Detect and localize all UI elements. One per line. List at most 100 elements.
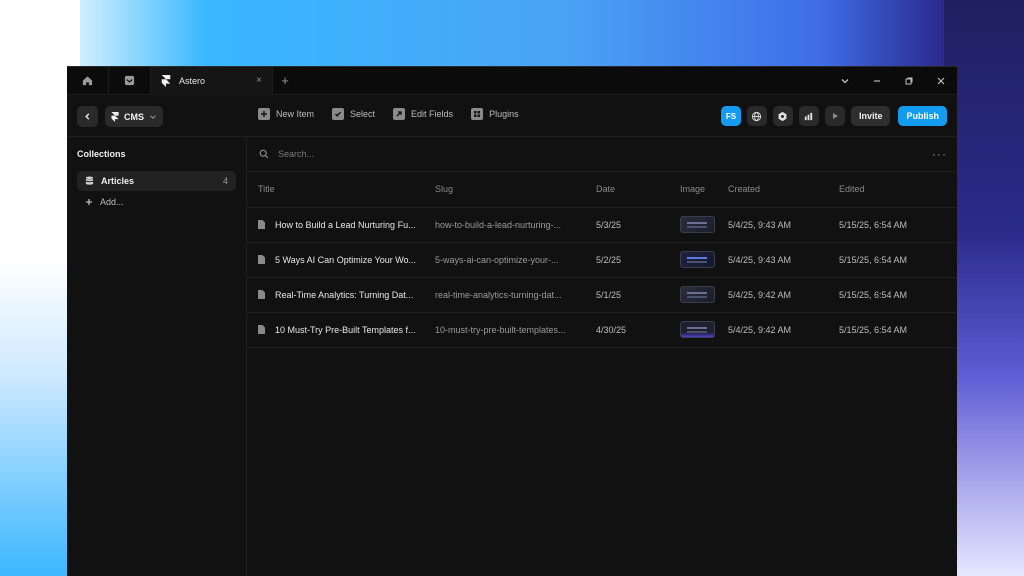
add-collection-label: Add... [100,197,124,207]
plus-icon [86,199,92,205]
new-item-button[interactable]: New Item [258,108,314,120]
home-button[interactable] [67,67,109,95]
column-header-image[interactable]: Image [680,172,728,208]
column-header-title[interactable]: Title [247,172,435,208]
row-title-cell: 10 Must-Try Pre-Built Templates f... [258,325,435,335]
more-options-icon[interactable]: ··· [932,147,947,161]
document-icon [258,255,265,264]
row-date: 4/30/25 [596,312,680,348]
toolbar-right: FS Invite Publish [720,106,947,126]
row-date: 5/2/25 [596,242,680,278]
chevron-down-icon [841,79,849,84]
row-created: 5/4/25, 9:43 AM [728,207,839,243]
column-header-slug[interactable]: Slug [435,172,596,208]
minimize-button[interactable] [861,67,893,95]
row-slug: 10-must-try-pre-built-templates... [435,312,596,348]
restore-icon [905,77,913,85]
row-edited: 5/15/25, 6:54 AM [839,312,957,348]
back-button[interactable] [77,106,98,127]
framer-logo-icon [161,74,171,87]
analytics-button[interactable] [798,106,819,126]
tabs-dropdown-button[interactable] [829,67,861,95]
collections-sidebar: Collections Articles 4 Add... [67,137,247,576]
articles-table: Title Slug Date Image Created Edited How… [247,172,957,348]
select-label: Select [350,109,376,119]
sidebar-item-label: Articles [101,176,135,186]
new-tab-button[interactable]: + [273,67,297,95]
row-created: 5/4/25, 9:43 AM [728,242,839,278]
globe-button[interactable] [746,106,767,126]
row-title-cell: 5 Ways AI Can Optimize Your Wo... [258,255,435,265]
row-title: Real-Time Analytics: Turning Dat... [275,289,414,300]
table-row[interactable]: How to Build a Lead Nurturing Fu... how-… [247,207,957,243]
database-icon [85,176,94,185]
plugins-button[interactable]: Plugins [471,108,519,120]
window-controls [829,67,957,95]
user-avatar[interactable]: FS [720,106,741,126]
sidebar-item-articles[interactable]: Articles 4 [77,171,236,191]
edit-fields-button[interactable]: Edit Fields [393,108,453,120]
tab-close-icon[interactable]: × [256,75,262,86]
collections-heading: Collections [77,149,126,159]
sidebar-item-count: 4 [222,176,228,186]
row-slug: 5-ways-ai-can-optimize-your-... [435,242,596,278]
close-window-button[interactable] [925,67,957,95]
check-icon [332,108,345,120]
cms-dropdown-button[interactable]: CMS [105,106,163,127]
toolbar: CMS New Item Select Edit Fields Plugins … [67,95,957,137]
add-collection-button[interactable]: Add... [77,192,236,212]
search-bar: ··· [247,137,957,172]
row-slug: how-to-build-a-lead-nurturing-... [435,207,596,243]
row-slug: real-time-analytics-turning-dat... [435,277,596,313]
search-icon [259,149,269,159]
column-header-date[interactable]: Date [596,172,680,208]
restore-button[interactable] [893,67,925,95]
row-image-thumbnail [680,216,715,233]
settings-button[interactable] [772,106,793,126]
row-title: 5 Ways AI Can Optimize Your Wo... [275,254,417,265]
bar-chart-icon [805,112,813,120]
plus-icon [258,108,270,120]
inbox-icon [124,75,135,86]
table-header-row: Title Slug Date Image Created Edited [247,172,957,208]
app-window: Astero × + CMS New Item Select Edit Fiel… [67,66,957,576]
row-edited: 5/15/25, 6:54 AM [839,277,957,313]
home-icon [82,76,93,86]
row-date: 5/3/25 [596,207,680,243]
invite-button[interactable]: Invite [850,106,891,126]
chevron-left-icon [85,113,90,120]
row-image-thumbnail [680,321,715,338]
arrow-up-right-icon [393,108,406,120]
minimize-icon [874,80,880,82]
document-icon [258,325,265,334]
row-edited: 5/15/25, 6:54 AM [839,242,957,278]
globe-icon [752,111,762,121]
toolbar-actions: New Item Select Edit Fields Plugins [258,108,519,120]
new-item-label: New Item [276,109,315,119]
row-title: How to Build a Lead Nurturing Fu... [275,219,416,230]
document-icon [258,220,265,229]
chevron-down-icon [150,114,156,119]
document-icon [258,290,265,299]
row-title-cell: Real-Time Analytics: Turning Dat... [258,290,435,300]
select-button[interactable]: Select [332,108,375,120]
framer-logo-icon [111,111,119,122]
preview-button[interactable] [824,106,845,126]
edit-fields-label: Edit Fields [411,109,454,119]
column-header-edited[interactable]: Edited [839,172,957,208]
publish-button[interactable]: Publish [898,106,947,126]
content-area: ··· Title Slug Date Image Created Edited [247,137,957,576]
search-input[interactable] [278,149,578,159]
row-title-cell: How to Build a Lead Nurturing Fu... [258,220,435,230]
gear-icon [779,111,787,121]
play-icon [832,113,838,119]
column-header-created[interactable]: Created [728,172,839,208]
row-created: 5/4/25, 9:42 AM [728,277,839,313]
table-row[interactable]: Real-Time Analytics: Turning Dat... real… [247,277,957,313]
inbox-button[interactable] [109,67,151,95]
row-image-thumbnail [680,251,715,268]
table-row[interactable]: 10 Must-Try Pre-Built Templates f... 10-… [247,312,957,348]
tab-astero[interactable]: Astero × [151,67,273,95]
title-bar: Astero × + [67,67,957,95]
table-row[interactable]: 5 Ways AI Can Optimize Your Wo... 5-ways… [247,242,957,278]
